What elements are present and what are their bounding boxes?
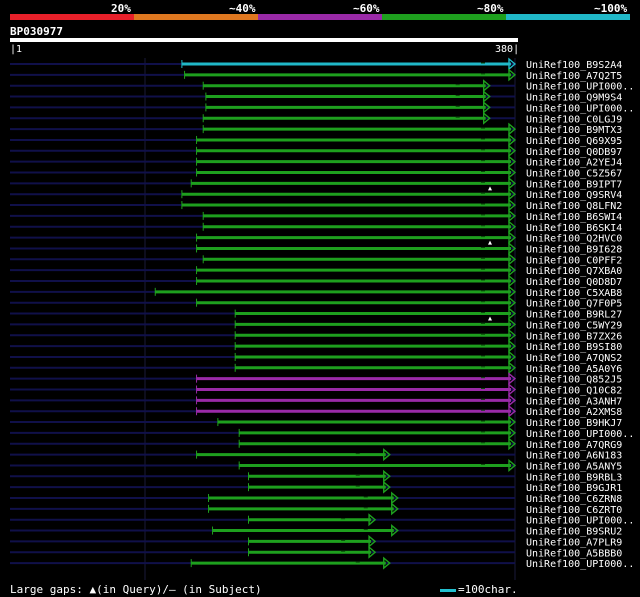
hit-label[interactable]: UniRef100_C0PFF2: [526, 255, 622, 266]
hit-label[interactable]: UniRef100_B9IPT7: [526, 179, 622, 190]
hit-label[interactable]: UniRef100_A5A0Y6: [526, 364, 622, 375]
hit-label[interactable]: UniRef100_B6SKI4: [526, 223, 622, 234]
query-gap-icon: [488, 240, 492, 245]
query-gap-icon: [488, 186, 492, 191]
hit-label[interactable]: UniRef100_Q9SRV4: [526, 190, 622, 201]
hit-alignment-chart: UniRef100_B9S2A4UniRef100_A7Q2T5UniRef10…: [10, 57, 634, 580]
hit-label[interactable]: UniRef100_B9SI80: [526, 342, 622, 353]
hit-label[interactable]: UniRef100_C0LGJ9: [526, 114, 622, 125]
hit-label[interactable]: UniRef100_A6N183: [526, 451, 622, 462]
hit-label[interactable]: UniRef100_UPI000..: [526, 103, 634, 114]
hit-label[interactable]: UniRef100_B9S2A4: [526, 60, 622, 71]
hit-label[interactable]: UniRef100_Q852J5: [526, 375, 622, 386]
hit-label[interactable]: UniRef100_B9MTX3: [526, 125, 622, 136]
hit-label[interactable]: UniRef100_UPI000..: [526, 516, 634, 527]
scale-key: =100char.: [440, 583, 518, 596]
hit-label[interactable]: UniRef100_Q8LFN2: [526, 201, 622, 212]
hit-label[interactable]: UniRef100_Q7XBA0: [526, 266, 622, 277]
hit-label[interactable]: UniRef100_UPI000..: [526, 559, 634, 570]
hit-label[interactable]: UniRef100_A5BBB0: [526, 548, 622, 559]
hit-label[interactable]: UniRef100_B9HKJ7: [526, 418, 622, 429]
hit-label[interactable]: UniRef100_Q0DB97: [526, 147, 622, 158]
hit-label[interactable]: UniRef100_Q9M9S4: [526, 93, 622, 104]
scale-bar: [440, 588, 456, 592]
hit-label[interactable]: UniRef100_Q0D8D7: [526, 277, 622, 288]
hit-label[interactable]: UniRef100_C6ZRN8: [526, 494, 622, 505]
hit-label[interactable]: UniRef100_Q10C82: [526, 386, 622, 397]
hit-label[interactable]: UniRef100_A7Q2T5: [526, 71, 622, 82]
hit-label[interactable]: UniRef100_A5ANY5: [526, 461, 622, 472]
scale-text: =100char.: [458, 583, 518, 596]
hit-label[interactable]: UniRef100_A7QNS2: [526, 353, 622, 364]
gaps-legend: Large gaps: ▲(in Query)/– (in Subject): [10, 583, 262, 596]
hit-label[interactable]: UniRef100_B9SRU2: [526, 527, 622, 538]
hit-label[interactable]: UniRef100_C5XAB8: [526, 288, 622, 299]
hit-label[interactable]: UniRef100_B9RBL3: [526, 472, 622, 483]
hit-label[interactable]: UniRef100_B9GJR1: [526, 483, 622, 494]
hit-label[interactable]: UniRef100_A3ANH7: [526, 396, 622, 407]
hit-label[interactable]: UniRef100_B9I628: [526, 244, 622, 255]
hit-label[interactable]: UniRef100_Q69X95: [526, 136, 622, 147]
hit-label[interactable]: UniRef100_A2XMS8: [526, 407, 622, 418]
hit-label[interactable]: UniRef100_A7PLR9: [526, 537, 622, 548]
hit-label[interactable]: UniRef100_A7QRG9: [526, 440, 622, 451]
hit-label[interactable]: UniRef100_C5WY29: [526, 320, 622, 331]
query-gap-icon: [488, 316, 492, 321]
hit-label[interactable]: UniRef100_UPI000..: [526, 429, 634, 440]
hit-label[interactable]: UniRef100_Q2HVC0: [526, 234, 622, 245]
hit-label[interactable]: UniRef100_B9RL27: [526, 310, 622, 321]
hit-label[interactable]: UniRef100_C5Z567: [526, 169, 622, 180]
hit-label[interactable]: UniRef100_Q7F0P5: [526, 299, 622, 310]
hit-label[interactable]: UniRef100_B7ZX26: [526, 331, 622, 342]
hit-label[interactable]: UniRef100_B6SWI4: [526, 212, 622, 223]
hit-label[interactable]: UniRef100_A2YEJ4: [526, 158, 622, 169]
hit-label[interactable]: UniRef100_C6ZRT0: [526, 505, 622, 516]
hit-label[interactable]: UniRef100_UPI000..: [526, 82, 634, 93]
